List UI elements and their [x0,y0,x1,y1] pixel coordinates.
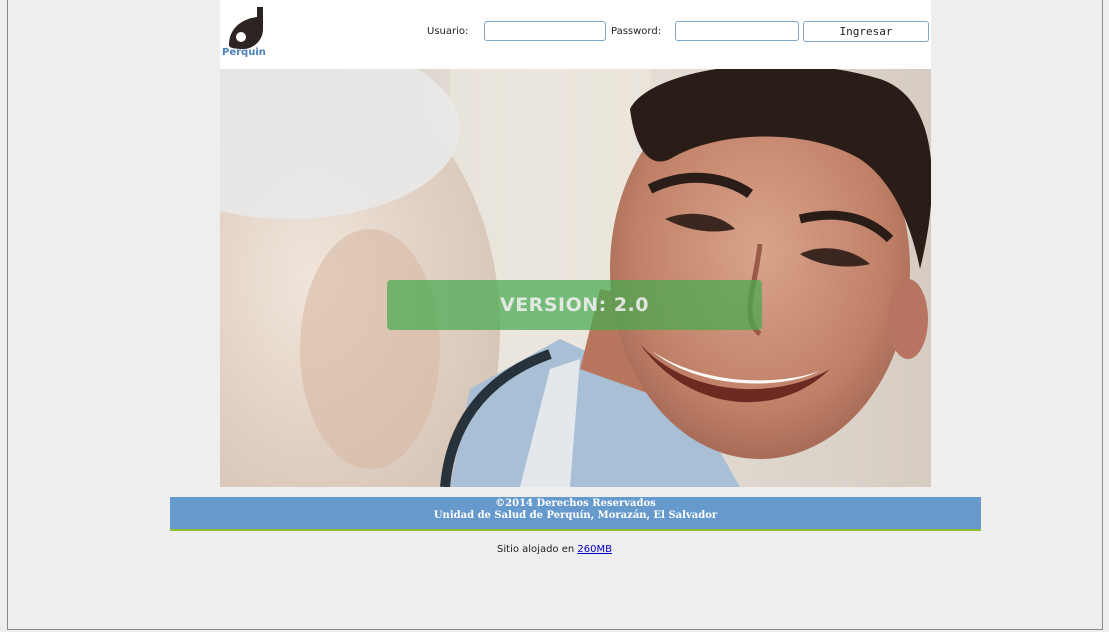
ingresar-button[interactable]: Ingresar [803,21,929,42]
usuario-label: Usuario: [427,26,469,37]
doctor-photo [220,69,931,487]
version-banner: VERSION: 2.0 [387,280,762,330]
footer: ©2014 Derechos Reservados Unidad de Salu… [170,497,981,531]
logo-text: Perquin [222,47,266,58]
password-input[interactable] [675,21,799,41]
footer-organization: Unidad de Salud de Perquín, Morazán, El … [433,510,718,521]
password-label: Password: [611,26,662,37]
header: Perquin Usuario: Password: Ingresar [220,0,931,69]
hero-image: VERSION: 2.0 [220,69,931,487]
usuario-input[interactable] [484,21,606,41]
hosting-notice: Sitio alojado en 260MB [0,544,1109,555]
footer-copyright: ©2014 Derechos Reservados [495,498,656,509]
hosting-link[interactable]: 260MB [577,544,612,555]
hosting-prefix: Sitio alojado en [497,544,575,555]
